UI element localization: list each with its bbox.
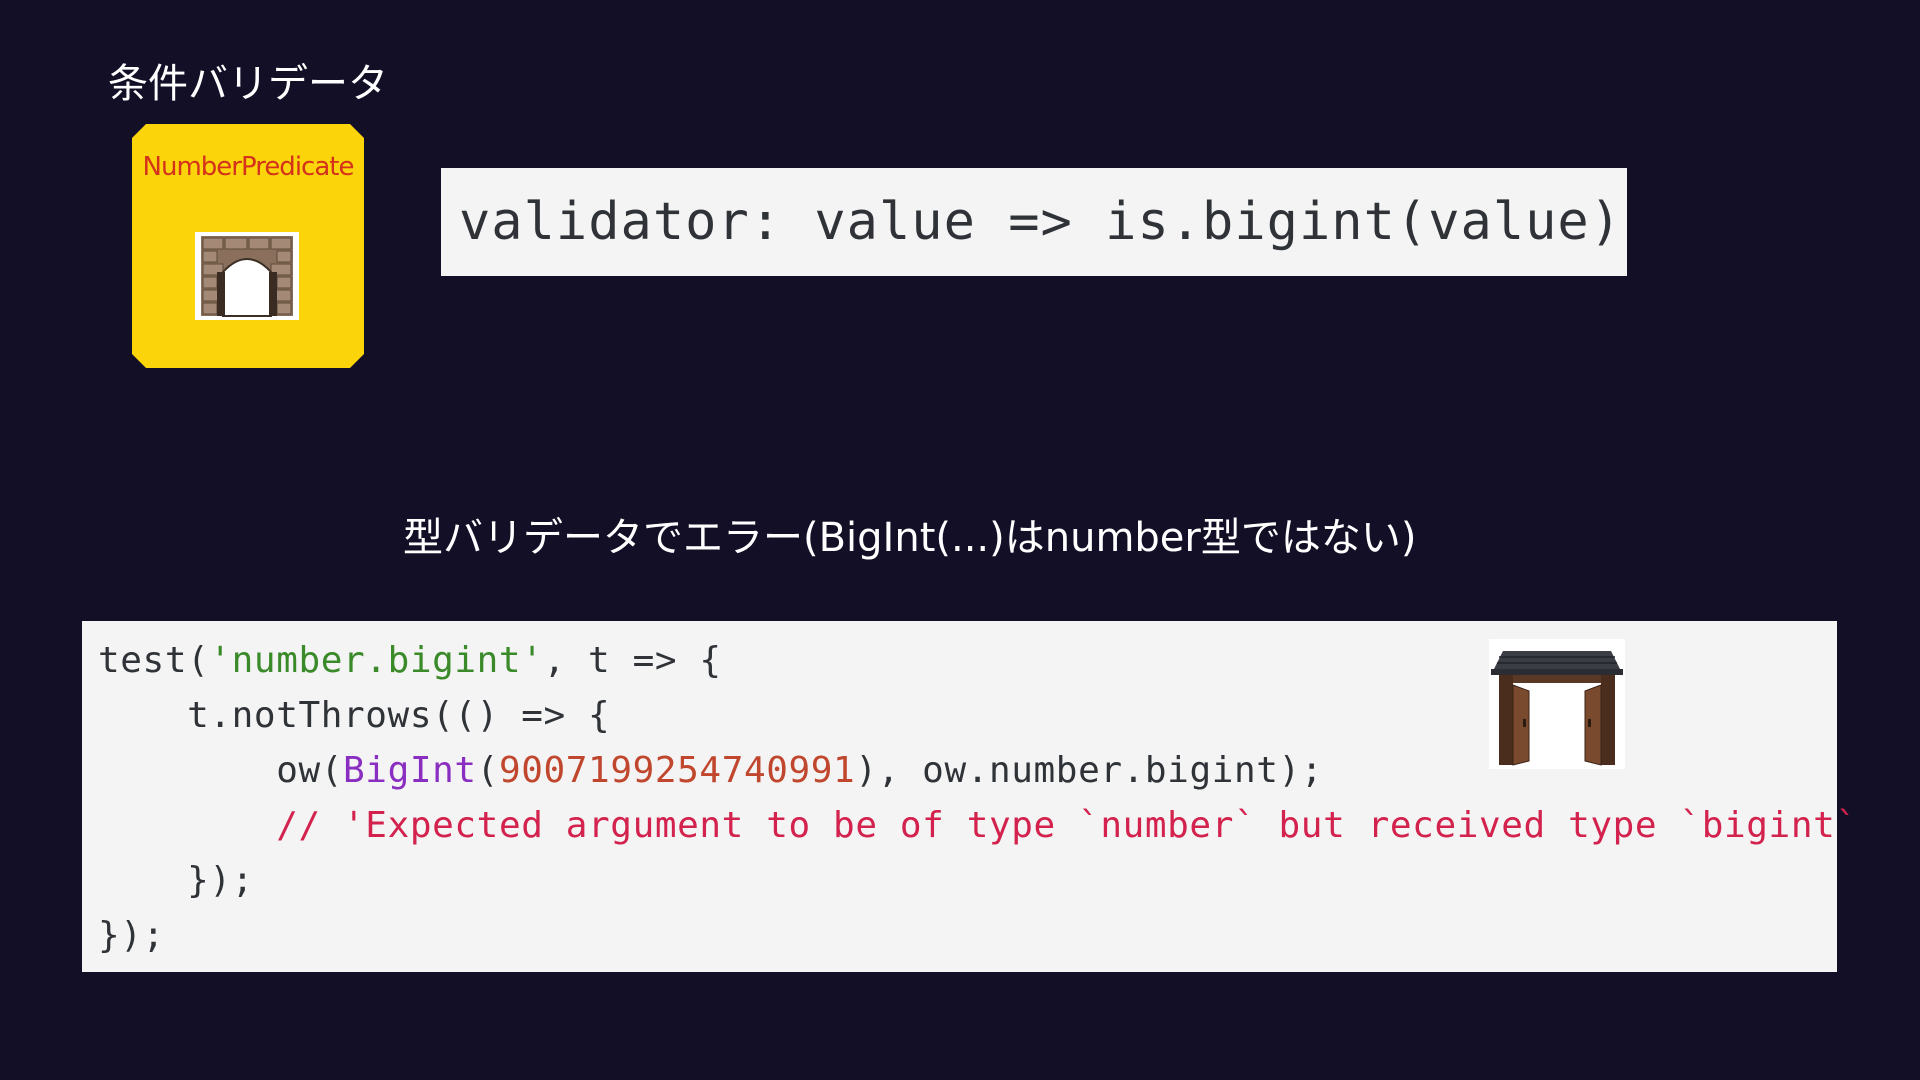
code-token-plain: , t => { [543, 640, 722, 681]
code-line: }); [98, 853, 1858, 908]
number-predicate-card: NumberPredicate [132, 124, 364, 368]
code-token-num: 9007199254740991 [498, 750, 856, 791]
code-token-plain: t.notThrows(() => { [98, 695, 611, 736]
validator-code-box: validator: value => is.bigint(value) [441, 168, 1627, 276]
code-token-fn: BigInt [343, 750, 477, 791]
validator-code: validator: value => is.bigint(value) [459, 192, 1623, 252]
stone-gate-icon [195, 232, 299, 320]
code-line: }); [98, 908, 1858, 963]
code-token-plain: ow( [98, 750, 344, 791]
code-token-plain: test( [98, 640, 210, 681]
code-token-plain: ), ow.number.bigint); [855, 750, 1324, 791]
code-token-str: 'number.bigint' [209, 640, 544, 681]
test-code-box: test('number.bigint', t => { t.notThrows… [82, 621, 1857, 972]
condition-validator-heading: 条件バリデータ [108, 61, 388, 107]
code-token-plain: ( [476, 750, 499, 791]
code-token-cmt: // 'Expected argument to be of type `num… [276, 805, 1858, 846]
type-error-heading: 型バリデータでエラー(BigInt(...)はnumber型ではない) [403, 515, 1417, 561]
code-token-plain: }); [98, 860, 254, 901]
slide: 条件バリデータ NumberPredicate validator: value… [0, 0, 1920, 1080]
wooden-gate-icon [1489, 639, 1625, 769]
code-line: // 'Expected argument to be of type `num… [98, 798, 1858, 853]
number-predicate-label: NumberPredicate [142, 152, 355, 182]
code-token-plain: }); [98, 915, 165, 956]
